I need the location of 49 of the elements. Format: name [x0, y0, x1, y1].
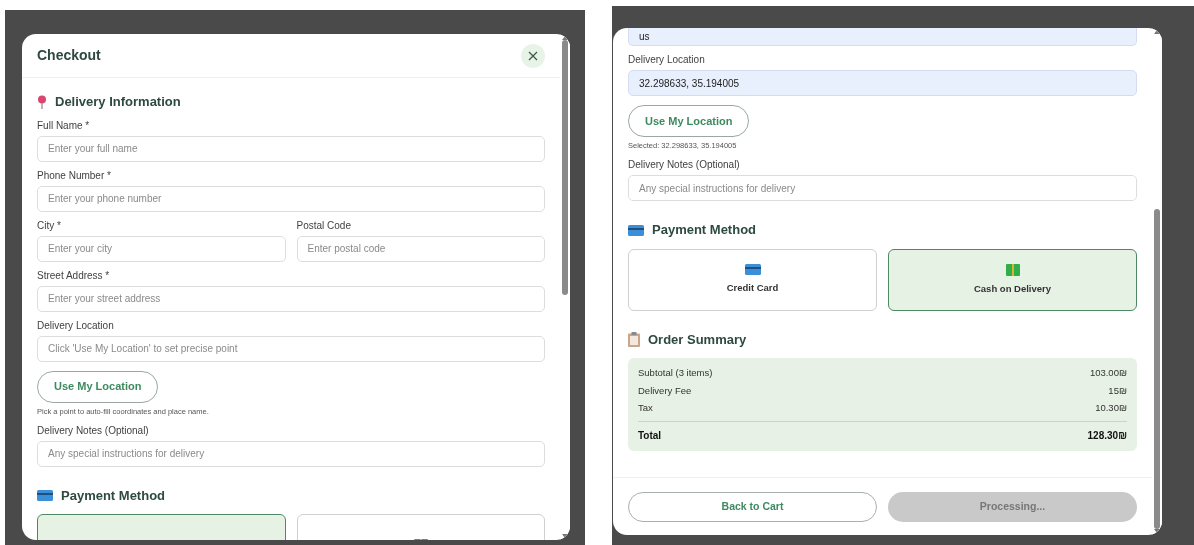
summary-amount: 10.30₪ [1095, 400, 1127, 415]
input-field[interactable]: Enter your street address [37, 285, 545, 312]
field-label: Delivery Notes (Optional) [628, 160, 741, 171]
credit-card-icon [628, 224, 644, 236]
credit-card-icon [744, 264, 761, 276]
input-field[interactable]: Enter your city [37, 235, 286, 262]
input-field[interactable]: 32.298633, 35.194005 [628, 70, 1137, 96]
input-field[interactable]: Any special instructions for delivery [628, 175, 1137, 202]
close-button[interactable] [521, 43, 545, 68]
input-field[interactable]: Enter your full name [37, 135, 545, 162]
section-heading: Delivery Information [55, 93, 181, 111]
field-label: Delivery Notes (Optional) [37, 425, 150, 436]
input-field[interactable]: us [628, 28, 1137, 46]
summary-label: Subtotal (3 items) [638, 366, 713, 381]
payment-option[interactable]: Credit Card [628, 248, 877, 311]
pin-icon [37, 94, 47, 109]
banknote-icon [1005, 263, 1020, 276]
input-field[interactable]: Enter postal code [296, 235, 545, 262]
payment-option[interactable]: Cash on Delivery [888, 248, 1137, 311]
field-label: Street Address * [37, 270, 111, 281]
field-label: City * [37, 220, 62, 231]
input-field[interactable]: Click 'Use My Location' to set precise point [37, 335, 545, 362]
section-heading: Payment Method [652, 221, 756, 240]
use-location-button[interactable]: Use My Location [37, 370, 159, 403]
back-to-cart-button[interactable]: Back to Cart [628, 491, 877, 522]
summary-label: Tax [638, 400, 653, 415]
close-icon [528, 50, 538, 61]
total-label: Total [638, 429, 662, 443]
scroll-down-icon[interactable] [562, 534, 568, 538]
summary-label: Delivery Fee [638, 383, 692, 398]
input-field[interactable]: Any special instructions for delivery [37, 440, 545, 467]
section-heading: Order Summary [648, 330, 747, 349]
summary-amount: 103.00₪ [1089, 366, 1127, 381]
modal-title: Checkout [37, 46, 101, 65]
use-location-button[interactable]: Use My Location [628, 105, 750, 137]
credit-card-icon [37, 490, 53, 501]
field-label: Phone Number * [37, 170, 112, 181]
field-label: Delivery Location [37, 320, 115, 331]
clipboard-icon [628, 332, 640, 347]
summary-amount: 15₪ [1108, 383, 1127, 398]
field-label: Postal Code [296, 220, 352, 231]
section-heading: Payment Method [61, 486, 165, 505]
input-field[interactable]: Enter your phone number [37, 185, 545, 212]
total-amount: 128.30₪ [1087, 429, 1127, 443]
scrollbar[interactable] [560, 34, 570, 540]
scrollbar[interactable] [1152, 28, 1162, 535]
field-label: Delivery Location [628, 55, 706, 65]
field-label: Full Name * [37, 120, 91, 131]
scroll-up-icon[interactable] [1154, 30, 1160, 34]
